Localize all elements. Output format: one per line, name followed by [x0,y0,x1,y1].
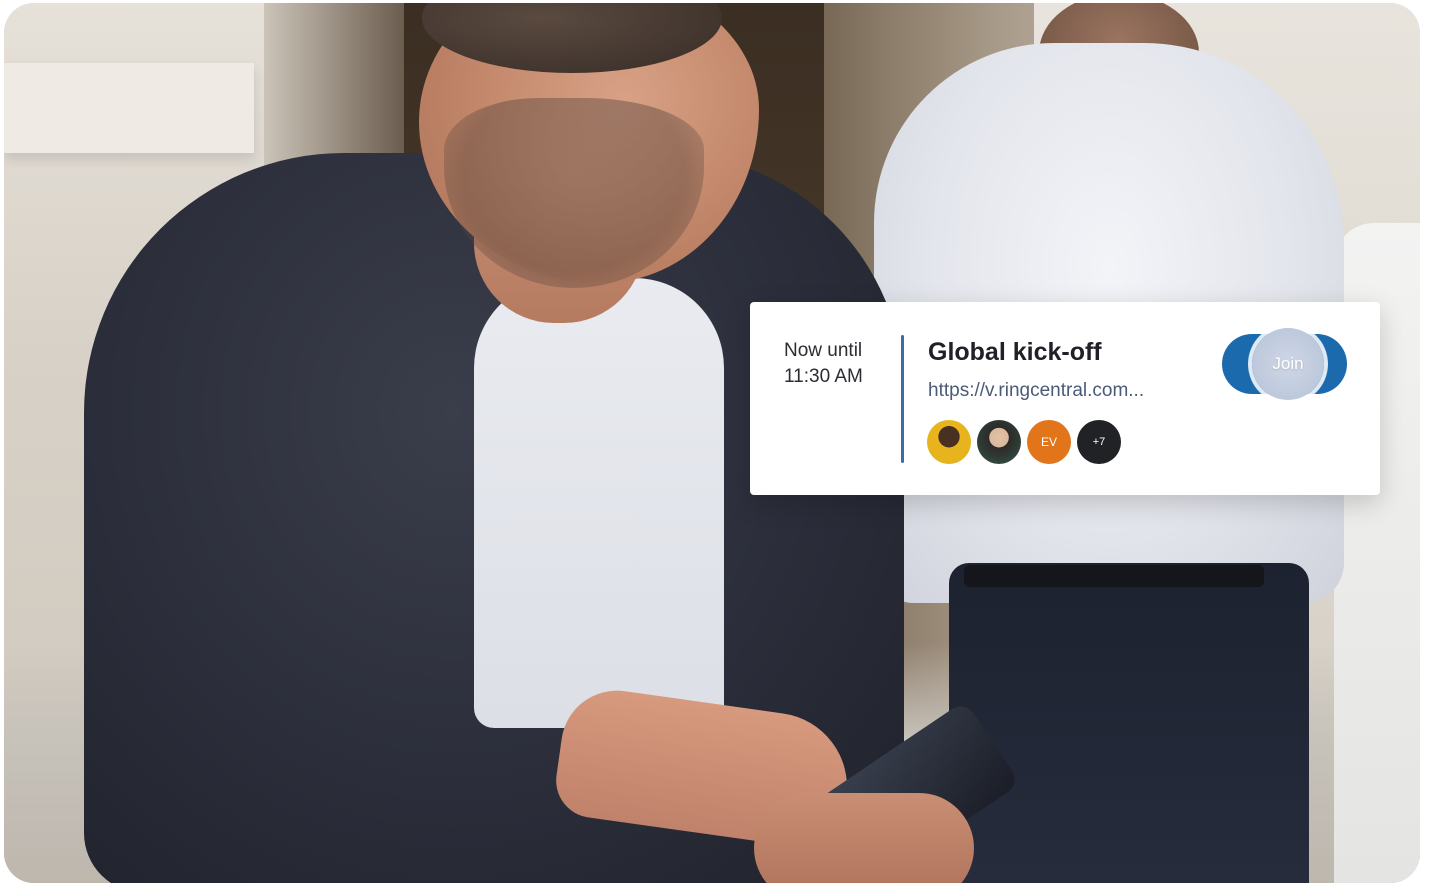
meeting-title: Global kick-off [928,338,1102,366]
attendee-overflow-count: +7 [1077,420,1121,464]
meeting-time: Now until 11:30 AM [784,338,894,390]
join-label: Join [1272,354,1304,373]
join-toggle-knob: Join [1252,328,1324,400]
attendee-avatar-initials: EV [1027,420,1071,464]
attendee-list: EV +7 [927,420,1121,464]
meeting-time-line1: Now until [784,340,863,361]
background-person-belt [964,565,1264,587]
man-hand-holding-phone [754,793,974,883]
attendee-avatar [977,420,1021,464]
attendee-avatar [927,420,971,464]
join-button[interactable]: Join [1222,328,1347,400]
meeting-time-line2: 11:30 AM [784,366,863,387]
meeting-card: Now until 11:30 AM Global kick-off https… [750,302,1380,495]
man-tshirt [474,278,724,728]
meeting-link[interactable]: https://v.ringcentral.com... [928,380,1144,402]
background-pillar-cap [4,63,254,153]
background-person-pants [949,563,1309,883]
card-divider [901,335,904,463]
